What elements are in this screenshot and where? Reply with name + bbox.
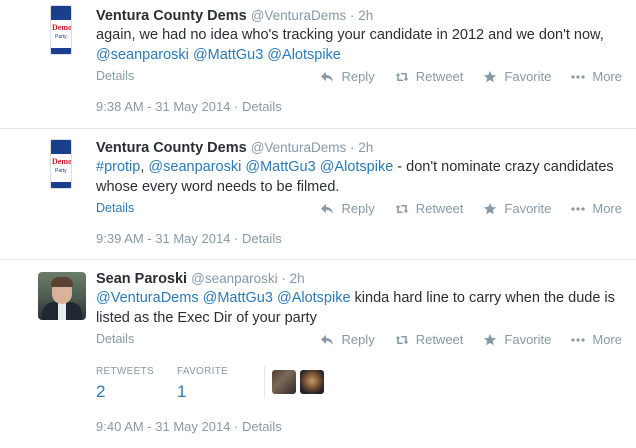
favorite-label: Favorite [504,69,552,84]
reply-button[interactable]: Reply [320,201,375,216]
reply-icon [320,70,334,84]
reply-button[interactable]: Reply [320,332,375,347]
favorite-button[interactable]: Favorite [483,69,551,84]
favorites-count: 1 [177,382,187,401]
avatar-text: Democ [52,23,72,32]
avatar-photo-icon [58,302,66,320]
tweet-time[interactable]: 2h [358,8,373,23]
retweet-icon [395,70,409,84]
reply-icon [320,333,334,347]
avatar-ventura-dems[interactable]: Democ Party [50,5,72,55]
avatar-photo-icon [51,277,73,287]
more-dots-icon [571,333,585,347]
author-fullname[interactable]: Ventura County Dems [96,8,247,24]
details-link[interactable]: Details [96,332,134,346]
reply-label: Reply [341,201,375,216]
retweeter-avatar[interactable] [272,370,296,394]
retweeter-avatar[interactable] [300,370,324,394]
stats-divider [264,366,265,398]
tweet-time[interactable]: 2h [290,271,305,286]
avatar-stripe-icon [51,6,71,20]
more-button[interactable]: More [571,201,622,216]
retweet-button[interactable]: Retweet [395,69,464,84]
time-sep: · [277,271,290,286]
favorite-star-icon [483,202,497,216]
reply-button[interactable]: Reply [320,69,375,84]
more-dots-icon [571,202,585,216]
divider [0,128,636,129]
retweets-label: RETWEETS [96,366,154,377]
avatar-stripe-icon [51,48,71,54]
retweets-count: 2 [96,382,106,401]
mention-link[interactable]: @MattGu3 [203,290,273,306]
author-fullname[interactable]: Ventura County Dems [96,140,247,156]
mention-link[interactable]: @VenturaDems [96,290,199,306]
tweet-text: again, we had no idea who's tracking you… [96,25,616,65]
author-handle[interactable]: @VenturaDems [251,8,347,23]
mention-link[interactable]: @seanparoski [148,159,241,175]
tweet-header: Ventura County Dems @VenturaDems · 2h [96,140,373,156]
tweet-timestamp[interactable]: 9:38 AM - 31 May 2014 · Details [96,99,282,114]
reply-label: Reply [341,332,375,347]
mention-link[interactable]: @Alotspike [320,159,394,175]
time-sep: · [346,8,359,23]
avatar-text: Democ [52,157,72,166]
tweet-actions: Reply Retweet Favorite More [300,69,622,84]
author-handle[interactable]: @VenturaDems [251,140,347,155]
mention-link[interactable]: @MattGu3 [193,47,263,63]
retweet-label: Retweet [415,69,464,84]
favorite-label: Favorite [504,332,552,347]
tweet-timestamp[interactable]: 9:40 AM - 31 May 2014 · Details [96,419,282,434]
favorite-star-icon [483,333,497,347]
tweet-actions: Reply Retweet Favorite More [300,332,622,347]
tweet-time[interactable]: 2h [358,140,373,155]
tweet-text: #protip, @seanparoski @MattGu3 @Alotspik… [96,157,616,197]
tweet-timestamp[interactable]: 9:39 AM - 31 May 2014 · Details [96,231,282,246]
favorite-star-icon [483,70,497,84]
favorite-label: Favorite [504,201,552,216]
favorite-button[interactable]: Favorite [483,201,551,216]
more-label: More [592,201,622,216]
reply-label: Reply [341,69,375,84]
tweet-actions: Reply Retweet Favorite More [300,201,622,216]
author-handle[interactable]: @seanparoski [191,271,278,286]
author-fullname[interactable]: Sean Paroski [96,271,187,287]
mention-link[interactable]: @Alotspike [267,47,341,63]
avatar-stripe-icon [51,182,71,188]
details-link[interactable]: Details [96,201,134,215]
avatar-stripe-icon [51,140,71,154]
more-button[interactable]: More [571,69,622,84]
retweet-button[interactable]: Retweet [395,201,464,216]
tweet-header: Ventura County Dems @VenturaDems · 2h [96,8,373,24]
more-label: More [592,332,622,347]
retweets-stat[interactable]: RETWEETS 2 [96,366,154,402]
favorite-button[interactable]: Favorite [483,332,551,347]
retweet-button[interactable]: Retweet [395,332,464,347]
retweet-label: Retweet [415,201,464,216]
tweet-text: @VenturaDems @MattGu3 @Alotspike kinda h… [96,288,616,328]
more-button[interactable]: More [571,332,622,347]
mention-link[interactable]: @Alotspike [277,290,351,306]
tweet-header: Sean Paroski @seanparoski · 2h [96,271,305,287]
more-label: More [592,69,622,84]
details-link[interactable]: Details [96,69,134,83]
retweet-icon [395,202,409,216]
avatar-text: Party [55,34,67,40]
avatar-text: Party [55,168,67,174]
mention-link[interactable]: @MattGu3 [245,159,315,175]
mention-link[interactable]: @seanparoski [96,47,189,63]
avatar-sean-paroski[interactable] [38,272,86,320]
favorites-label: FAVORITE [177,366,229,377]
divider [0,259,636,260]
tweet-text-segment: again, we had no idea who's tracking you… [96,27,604,43]
hashtag-link[interactable]: #protip [96,159,140,175]
more-dots-icon [571,70,585,84]
retweet-label: Retweet [415,332,464,347]
reply-icon [320,202,334,216]
favorites-stat[interactable]: FAVORITE 1 [177,366,228,402]
time-sep: · [346,140,359,155]
retweet-icon [395,333,409,347]
avatar-ventura-dems[interactable]: Democ Party [50,139,72,189]
